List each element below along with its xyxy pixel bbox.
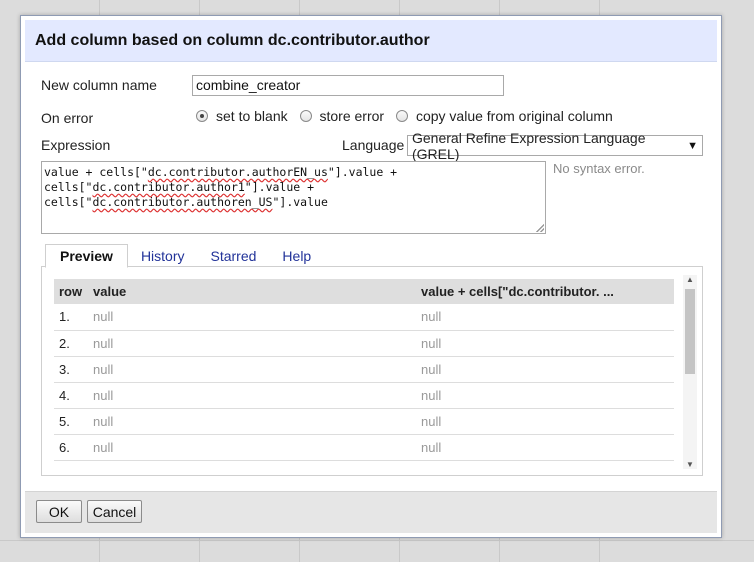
cell-value: null	[88, 408, 416, 435]
table-row: 7. null null	[54, 460, 674, 464]
table-row: 5. null null	[54, 408, 674, 435]
expression-column-ref: dc.contributor.authorEN_us	[147, 165, 328, 179]
scroll-up-arrow-icon[interactable]: ▲	[686, 275, 694, 284]
add-column-dialog: Add column based on column dc.contributo…	[20, 15, 722, 538]
radio-store-error[interactable]: store error	[299, 108, 385, 124]
table-row: 6. null null	[54, 434, 674, 461]
language-label: Language	[342, 137, 405, 153]
on-error-radio-group: set to blank store error copy value from…	[196, 108, 621, 125]
row-number: 2.	[54, 330, 88, 357]
table-row: 4. null null	[54, 382, 674, 409]
preview-scrollbar[interactable]: ▲ ▼	[683, 275, 697, 469]
radio-button-icon[interactable]	[299, 110, 312, 122]
column-header-row: row	[54, 279, 88, 304]
radio-button-icon[interactable]	[395, 110, 408, 122]
dialog-body: New column name combine_creator On error…	[25, 62, 717, 491]
row-number: 7.	[54, 460, 88, 464]
tab-bar: Preview History Starred Help	[45, 244, 324, 268]
tab-starred[interactable]: Starred	[198, 244, 270, 267]
ok-button[interactable]: OK	[36, 500, 82, 523]
expression-text: value + cells["	[44, 165, 148, 179]
cell-result: null	[416, 408, 674, 435]
cell-result: null	[416, 382, 674, 409]
cell-result: null	[416, 434, 674, 461]
expression-line: cells["dc.contributor.authoren_US"].valu…	[44, 195, 543, 210]
scroll-down-arrow-icon[interactable]: ▼	[686, 460, 694, 469]
tab-preview[interactable]: Preview	[45, 244, 128, 268]
expression-line: cells["dc.contributor.author1"].value +	[44, 180, 543, 195]
expression-textarea[interactable]: value + cells["dc.contributor.authorEN_u…	[41, 161, 546, 234]
table-row: 2. null null	[54, 330, 674, 357]
tab-history[interactable]: History	[128, 244, 198, 267]
cell-value: null	[88, 330, 416, 357]
resize-grip-icon[interactable]	[536, 224, 544, 232]
column-header-expression: value + cells["dc.contributor. ...	[416, 279, 674, 304]
syntax-status: No syntax error.	[553, 161, 645, 176]
tab-help[interactable]: Help	[269, 244, 324, 267]
row-number: 3.	[54, 356, 88, 383]
radio-copy-value-label: copy value from original column	[415, 108, 613, 124]
cell-value: null	[88, 356, 416, 383]
language-select-value: General Refine Expression Language (GREL…	[412, 129, 646, 162]
radio-button-checked-icon[interactable]	[196, 110, 208, 122]
expression-label: Expression	[41, 137, 111, 153]
scrollbar-thumb[interactable]	[685, 289, 695, 374]
cell-result: null	[416, 356, 674, 383]
radio-copy-value[interactable]: copy value from original column	[395, 108, 613, 124]
radio-set-to-blank[interactable]: set to blank	[196, 108, 288, 124]
expression-text: "].value	[272, 195, 328, 209]
preview-table: row value value + cells["dc.contributor.…	[54, 279, 674, 464]
language-select[interactable]: General Refine Expression Language (GREL…	[407, 130, 703, 162]
cell-result: null	[416, 304, 674, 331]
radio-store-error-label: store error	[319, 108, 385, 124]
dropdown-arrow-icon: ▼	[687, 139, 698, 152]
cell-result: null	[416, 460, 674, 464]
row-number: 4.	[54, 382, 88, 409]
expression-text: "].value +	[244, 180, 315, 194]
column-header-value: value	[88, 279, 416, 304]
expression-text: cells["	[44, 180, 93, 194]
expression-text: "].value +	[327, 165, 398, 179]
expression-column-ref: dc.contributor.authoren_US	[92, 195, 273, 209]
radio-set-to-blank-label: set to blank	[216, 108, 288, 124]
dialog-footer: OK Cancel	[25, 491, 717, 533]
expression-line: value + cells["dc.contributor.authorEN_u…	[44, 165, 543, 180]
cell-value: null	[88, 382, 416, 409]
row-number: 6.	[54, 434, 88, 461]
on-error-label: On error	[41, 110, 94, 126]
row-number: 1.	[54, 304, 88, 331]
cell-value: null	[88, 460, 416, 464]
new-column-name-label: New column name	[41, 77, 157, 93]
row-number: 5.	[54, 408, 88, 435]
cancel-button[interactable]: Cancel	[87, 500, 142, 523]
new-column-name-input[interactable]: combine_creator	[192, 75, 504, 96]
table-row: 1. null null	[54, 304, 674, 331]
expression-text: cells["	[44, 195, 93, 209]
cell-value: null	[88, 304, 416, 331]
preview-panel: row value value + cells["dc.contributor.…	[41, 266, 703, 476]
cell-result: null	[416, 330, 674, 357]
dialog-title: Add column based on column dc.contributo…	[25, 20, 717, 62]
table-header-row: row value value + cells["dc.contributor.…	[54, 279, 674, 304]
table-row: 3. null null	[54, 356, 674, 383]
expression-column-ref: dc.contributor.author1	[92, 180, 245, 194]
cell-value: null	[88, 434, 416, 461]
preview-table-wrap: row value value + cells["dc.contributor.…	[54, 279, 674, 464]
